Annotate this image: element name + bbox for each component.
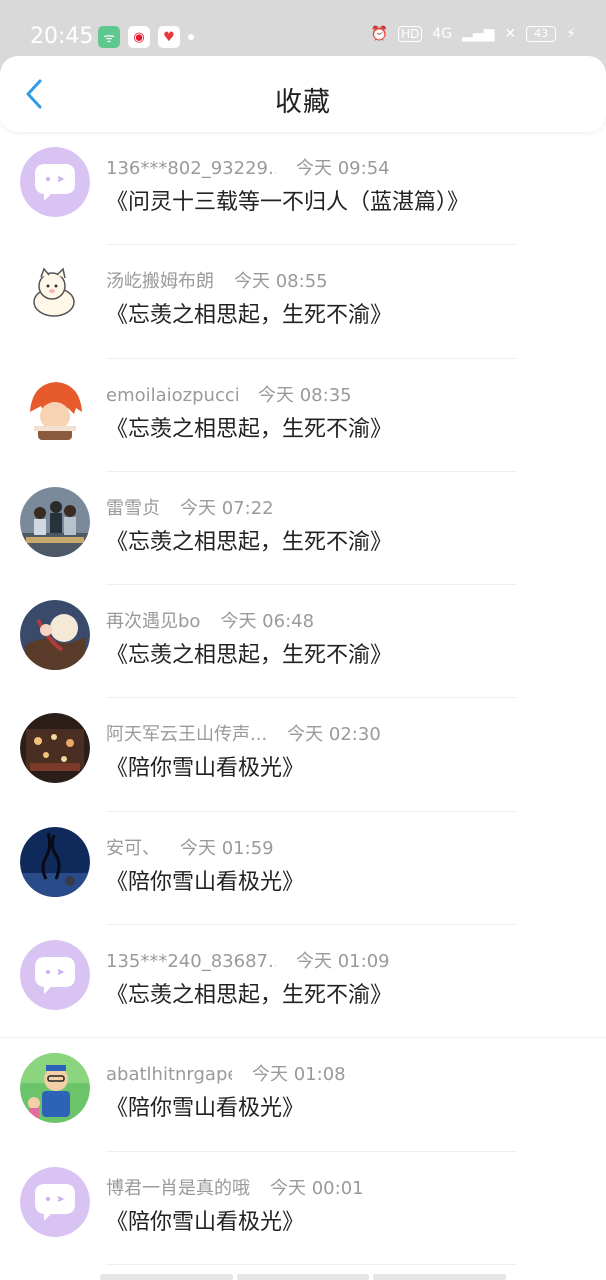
network-label: 4G (432, 26, 453, 42)
next-item-peek (100, 1274, 507, 1280)
app-notification-icon: ᯤ (98, 26, 120, 48)
work-title[interactable]: 《忘羡之相思起，生死不渝》 (106, 637, 392, 669)
username[interactable]: abatlhitnrgape (106, 1064, 232, 1085)
favorite-item[interactable]: 再次遇见bo 今天 06:48 《忘羡之相思起，生死不渝》 (0, 585, 606, 699)
notification-icons: ᯤ ◉ ♥ (98, 26, 194, 48)
battery-icon: 43 (526, 26, 557, 42)
work-title[interactable]: 《陪你雪山看极光》 (106, 1090, 304, 1122)
timestamp: 今天 01:08 (252, 1064, 346, 1086)
system-icons: ⏰ HD 4G ▂▄▆ ✕ 43 ⚡ (371, 26, 576, 42)
username[interactable]: 135***240_83687... (106, 951, 276, 972)
favorites-list: 136***802_93229... 今天 09:54 《问灵十三载等一不归人（蓝湛… (0, 132, 606, 1265)
page-title: 收藏 (275, 87, 331, 118)
user-avatar[interactable] (20, 1053, 90, 1124)
work-title[interactable]: 《忘羡之相思起，生死不渝》 (106, 297, 392, 329)
username[interactable]: 博君一肖是真的哦 (106, 1174, 250, 1200)
favorite-item[interactable]: 阿天军云王山传声... 今天 02:30 《陪你雪山看极光》 (0, 698, 606, 812)
user-avatar[interactable] (20, 373, 90, 444)
app-header: 收藏 (0, 56, 606, 132)
item-meta: emoilaiozpucci 今天 08:35 (106, 381, 352, 407)
timestamp: 今天 09:54 (296, 158, 390, 179)
item-meta: 雷雪贞 今天 07:22 (106, 494, 274, 520)
favorite-item[interactable]: abatlhitnrgape 今天 01:08 《陪你雪山看极光》 (0, 1038, 606, 1152)
work-title[interactable]: 《陪你雪山看极光》 (106, 1204, 304, 1236)
work-title[interactable]: 《问灵十三载等一不归人（蓝湛篇）》 (106, 184, 469, 216)
username[interactable]: 136***802_93229... (106, 158, 276, 179)
favorite-item[interactable]: 汤屹搬姆布朗 今天 08:55 《忘羡之相思起，生死不渝》 (0, 245, 606, 359)
item-meta: 阿天军云王山传声... 今天 02:30 (106, 720, 381, 746)
map-pin-icon: ♥ (158, 26, 180, 48)
item-meta: 博君一肖是真的哦 今天 00:01 (106, 1174, 364, 1200)
more-dot-icon (188, 34, 194, 40)
item-meta: 汤屹搬姆布朗 今天 08:55 (106, 267, 328, 293)
work-title[interactable]: 《忘羡之相思起，生死不渝》 (106, 411, 392, 443)
favorite-item[interactable]: 雷雪贞 今天 07:22 《忘羡之相思起，生死不渝》 (0, 472, 606, 586)
item-meta: 136***802_93229... 今天 09:54 (106, 154, 390, 180)
timestamp: 今天 07:22 (180, 497, 274, 519)
status-time: 20:45 (30, 24, 94, 49)
divider (106, 1263, 516, 1265)
signal-icon: ▂▄▆ (462, 26, 495, 42)
timestamp: 今天 08:35 (258, 384, 352, 406)
timestamp: 今天 02:30 (287, 724, 381, 746)
user-avatar[interactable] (20, 147, 90, 217)
username[interactable]: 安可、 (106, 834, 160, 860)
work-title[interactable]: 《陪你雪山看极光》 (106, 750, 304, 782)
favorite-item[interactable]: 136***802_93229... 今天 09:54 《问灵十三载等一不归人（蓝湛… (0, 132, 606, 246)
username[interactable]: emoilaiozpucci (106, 385, 238, 406)
user-avatar[interactable] (20, 826, 90, 897)
item-meta: 安可、 今天 01:59 (106, 834, 274, 860)
weibo-icon: ◉ (128, 26, 150, 48)
timestamp: 今天 06:48 (220, 611, 315, 633)
item-meta: abatlhitnrgape 今天 01:08 (106, 1060, 346, 1086)
favorite-item[interactable]: 安可、 今天 01:59 《陪你雪山看极光》 (0, 812, 606, 926)
timestamp: 今天 08:55 (234, 271, 328, 293)
user-avatar[interactable] (20, 1166, 90, 1237)
favorite-item[interactable]: emoilaiozpucci 今天 08:35 《忘羡之相思起，生死不渝》 (0, 359, 606, 472)
hd-icon: HD (398, 26, 423, 42)
signal-off-icon: ✕ (504, 26, 517, 42)
user-avatar[interactable] (20, 600, 90, 671)
favorite-item[interactable]: 135***240_83687... 今天 01:09 《忘羡之相思起，生死不渝》 (0, 925, 606, 1039)
timestamp: 今天 01:09 (296, 951, 390, 973)
username[interactable]: 再次遇见bo (106, 607, 200, 633)
user-avatar[interactable] (20, 486, 90, 557)
username[interactable]: 汤屹搬姆布朗 (106, 267, 214, 293)
charging-icon: ⚡ (566, 26, 576, 42)
user-avatar[interactable] (20, 260, 90, 331)
favorite-item[interactable]: 博君一肖是真的哦 今天 00:01 《陪你雪山看极光》 (0, 1152, 606, 1265)
timestamp: 今天 01:59 (180, 837, 274, 859)
user-avatar[interactable] (20, 940, 90, 1011)
item-meta: 再次遇见bo 今天 06:48 (106, 607, 314, 633)
alarm-icon: ⏰ (370, 26, 389, 42)
work-title[interactable]: 《忘羡之相思起，生死不渝》 (106, 977, 392, 1009)
work-title[interactable]: 《陪你雪山看极光》 (106, 864, 304, 896)
user-avatar[interactable] (20, 713, 90, 784)
timestamp: 今天 00:01 (270, 1177, 364, 1199)
item-meta: 135***240_83687... 今天 01:09 (106, 947, 390, 973)
username[interactable]: 阿天军云王山传声... (106, 720, 267, 746)
work-title[interactable]: 《忘羡之相思起，生死不渝》 (106, 524, 392, 556)
username[interactable]: 雷雪贞 (106, 494, 160, 520)
